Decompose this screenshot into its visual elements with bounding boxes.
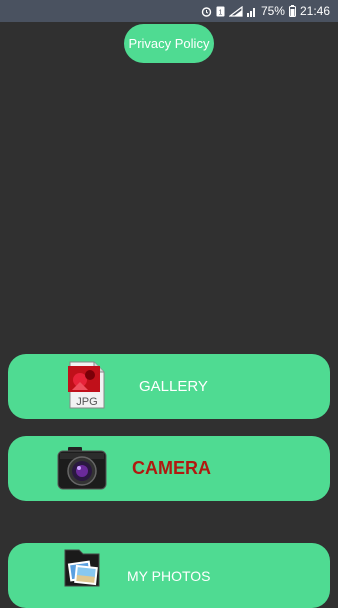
signal-icon <box>228 5 243 17</box>
clock: 21:46 <box>299 4 330 18</box>
jpg-image-icon: JPG <box>66 360 106 415</box>
signal-bars-icon <box>246 6 257 17</box>
my-photos-label: MY PHOTOS <box>127 567 211 584</box>
svg-text:1: 1 <box>218 9 222 16</box>
sim-icon: 1 <box>216 6 225 17</box>
svg-text:JPG: JPG <box>76 396 97 408</box>
battery-icon <box>288 5 296 17</box>
privacy-policy-button[interactable]: Privacy Policy <box>124 24 214 63</box>
status-bar: 1 75% 21:46 <box>0 0 338 22</box>
privacy-policy-label: Privacy Policy <box>128 36 210 51</box>
alarm-icon <box>201 6 212 17</box>
battery-percent: 75% <box>260 4 285 18</box>
camera-label: CAMERA <box>132 458 211 478</box>
camera-icon <box>56 445 108 496</box>
my-photos-button[interactable]: MY PHOTOS <box>8 543 330 608</box>
gallery-button[interactable]: JPG GALLERY <box>8 354 330 419</box>
status-icons: 1 75% 21:46 <box>201 0 330 22</box>
camera-button[interactable]: CAMERA <box>8 436 330 501</box>
photos-folder-icon <box>61 546 103 595</box>
gallery-label: GALLERY <box>139 378 208 395</box>
